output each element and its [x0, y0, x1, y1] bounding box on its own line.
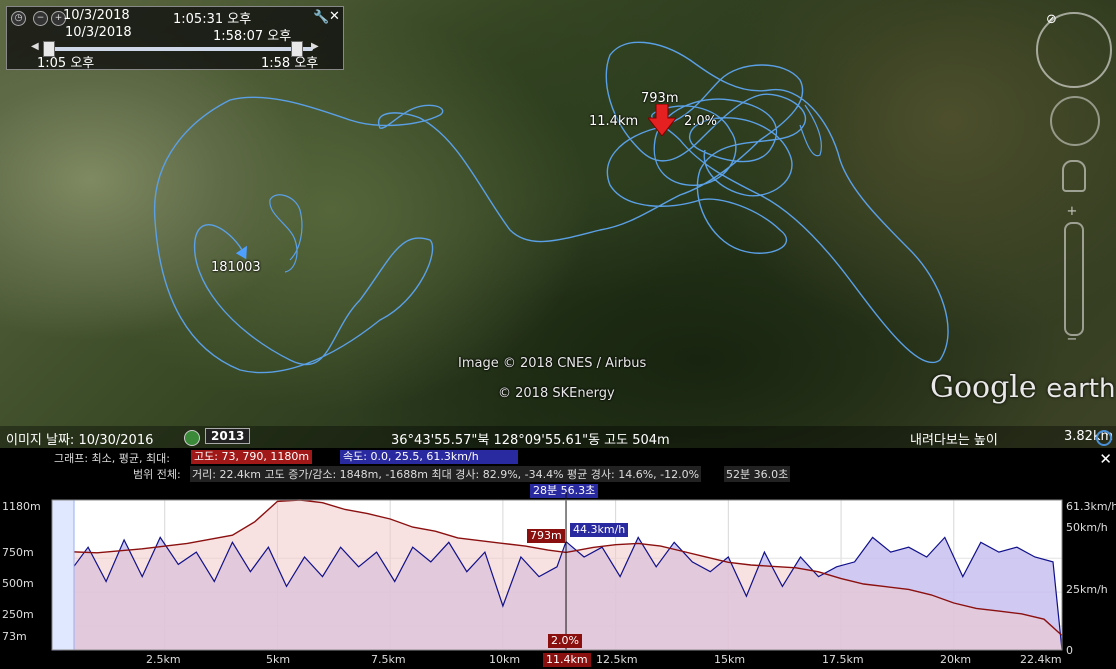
y-right-tick: 50km/h	[1066, 521, 1108, 534]
range-end-label: 1:58 오후	[261, 56, 319, 71]
pointer-coordinates: 36°43'55.57"북 128°09'55.61"동 고도 504m	[391, 433, 670, 448]
historical-imagery-icon[interactable]	[184, 430, 200, 446]
navigation-controls: ⊘ + −	[1036, 8, 1112, 348]
clock-icon[interactable]: ◷	[11, 11, 26, 26]
time-slider-track[interactable]	[43, 47, 313, 51]
close-timebar-icon[interactable]: ✕	[329, 9, 340, 24]
x-tick: 5km	[266, 653, 291, 666]
imagery-credit: Image © 2018 CNES / Airbus	[458, 356, 647, 371]
y-left-tick: 250m	[2, 608, 34, 621]
gps-track	[269, 194, 303, 273]
y-left-tick: 500m	[2, 577, 34, 590]
track-marker-label: 181003	[211, 260, 261, 275]
x-tick: 10km	[489, 653, 521, 666]
y-right-tick: 25km/h	[1066, 583, 1108, 596]
time-start-date: 10/3/2018	[63, 8, 130, 23]
look-joystick-icon[interactable]	[1050, 96, 1100, 146]
y-left-tick: 73m	[2, 630, 27, 643]
step-back-icon[interactable]: ◀	[31, 41, 39, 52]
time-end-time: 1:58:07 오후	[213, 29, 292, 44]
selection-start-handle[interactable]	[51, 499, 75, 651]
imagery-date: 이미지 날짜: 10/30/2016	[6, 433, 154, 448]
streaming-indicator-icon	[1096, 430, 1112, 446]
y-left-tick: 750m	[2, 546, 34, 559]
north-indicator-icon[interactable]: ⊘	[1046, 12, 1057, 27]
x-tick: 2.5km	[146, 653, 181, 666]
gps-track	[153, 41, 949, 374]
google-earth-logo: Google earth	[930, 370, 1116, 405]
imagery-credit-2: © 2018 SKEnergy	[498, 386, 615, 401]
x-tick: 15km	[714, 653, 746, 666]
zoom-slider[interactable]	[1064, 222, 1084, 336]
year-badge[interactable]: 2013	[205, 428, 251, 444]
map-view[interactable]: 181003 793m 11.4km 2.0% Image © 2018 CNE…	[0, 0, 1116, 448]
cursor-altitude-label: 793m	[527, 529, 565, 543]
y-left-tick: 1180m	[2, 500, 41, 513]
zoom-in-icon[interactable]: +	[1062, 204, 1082, 219]
step-forward-icon[interactable]: ▶	[311, 41, 319, 52]
position-arrow-icon	[648, 104, 676, 136]
time-slider-panel: ◷ − + 10/3/2018 1:05:31 오후 10/3/2018 1:5…	[6, 6, 344, 71]
range-start-label: 1:05 오후	[37, 56, 95, 71]
x-tick: 7.5km	[371, 653, 406, 666]
zoom-out-icon[interactable]: −	[1062, 332, 1082, 347]
elevation-profile-panel: 그래프: 최소, 평균, 최대: 고도: 73, 790, 1180m 속도: …	[0, 448, 1116, 669]
zoom-out-time-icon[interactable]: −	[33, 11, 48, 26]
cursor-grade-label: 2.0%	[548, 634, 582, 648]
cursor-distance-label: 11.4km	[543, 653, 591, 667]
wrench-icon[interactable]: 🔧	[313, 10, 329, 25]
x-tick: 12.5km	[596, 653, 638, 666]
time-end-date: 10/3/2018	[65, 25, 132, 40]
street-view-pegman-icon[interactable]	[1062, 160, 1086, 192]
y-right-tick: 61.3km/h	[1066, 500, 1116, 513]
x-tick: 17.5km	[822, 653, 864, 666]
eye-altitude-label: 내려다보는 높이	[910, 433, 998, 448]
x-tick: 20km	[940, 653, 972, 666]
x-tick: 22.4km	[1020, 653, 1062, 666]
map-cursor-grade: 2.0%	[684, 114, 718, 129]
y-right-tick: 0	[1066, 644, 1073, 657]
cursor-speed-label: 44.3km/h	[570, 523, 629, 537]
status-bar: 이미지 날짜: 10/30/2016 2013 36°43'55.57"북 12…	[0, 426, 1116, 448]
map-cursor-distance: 11.4km	[589, 114, 639, 129]
